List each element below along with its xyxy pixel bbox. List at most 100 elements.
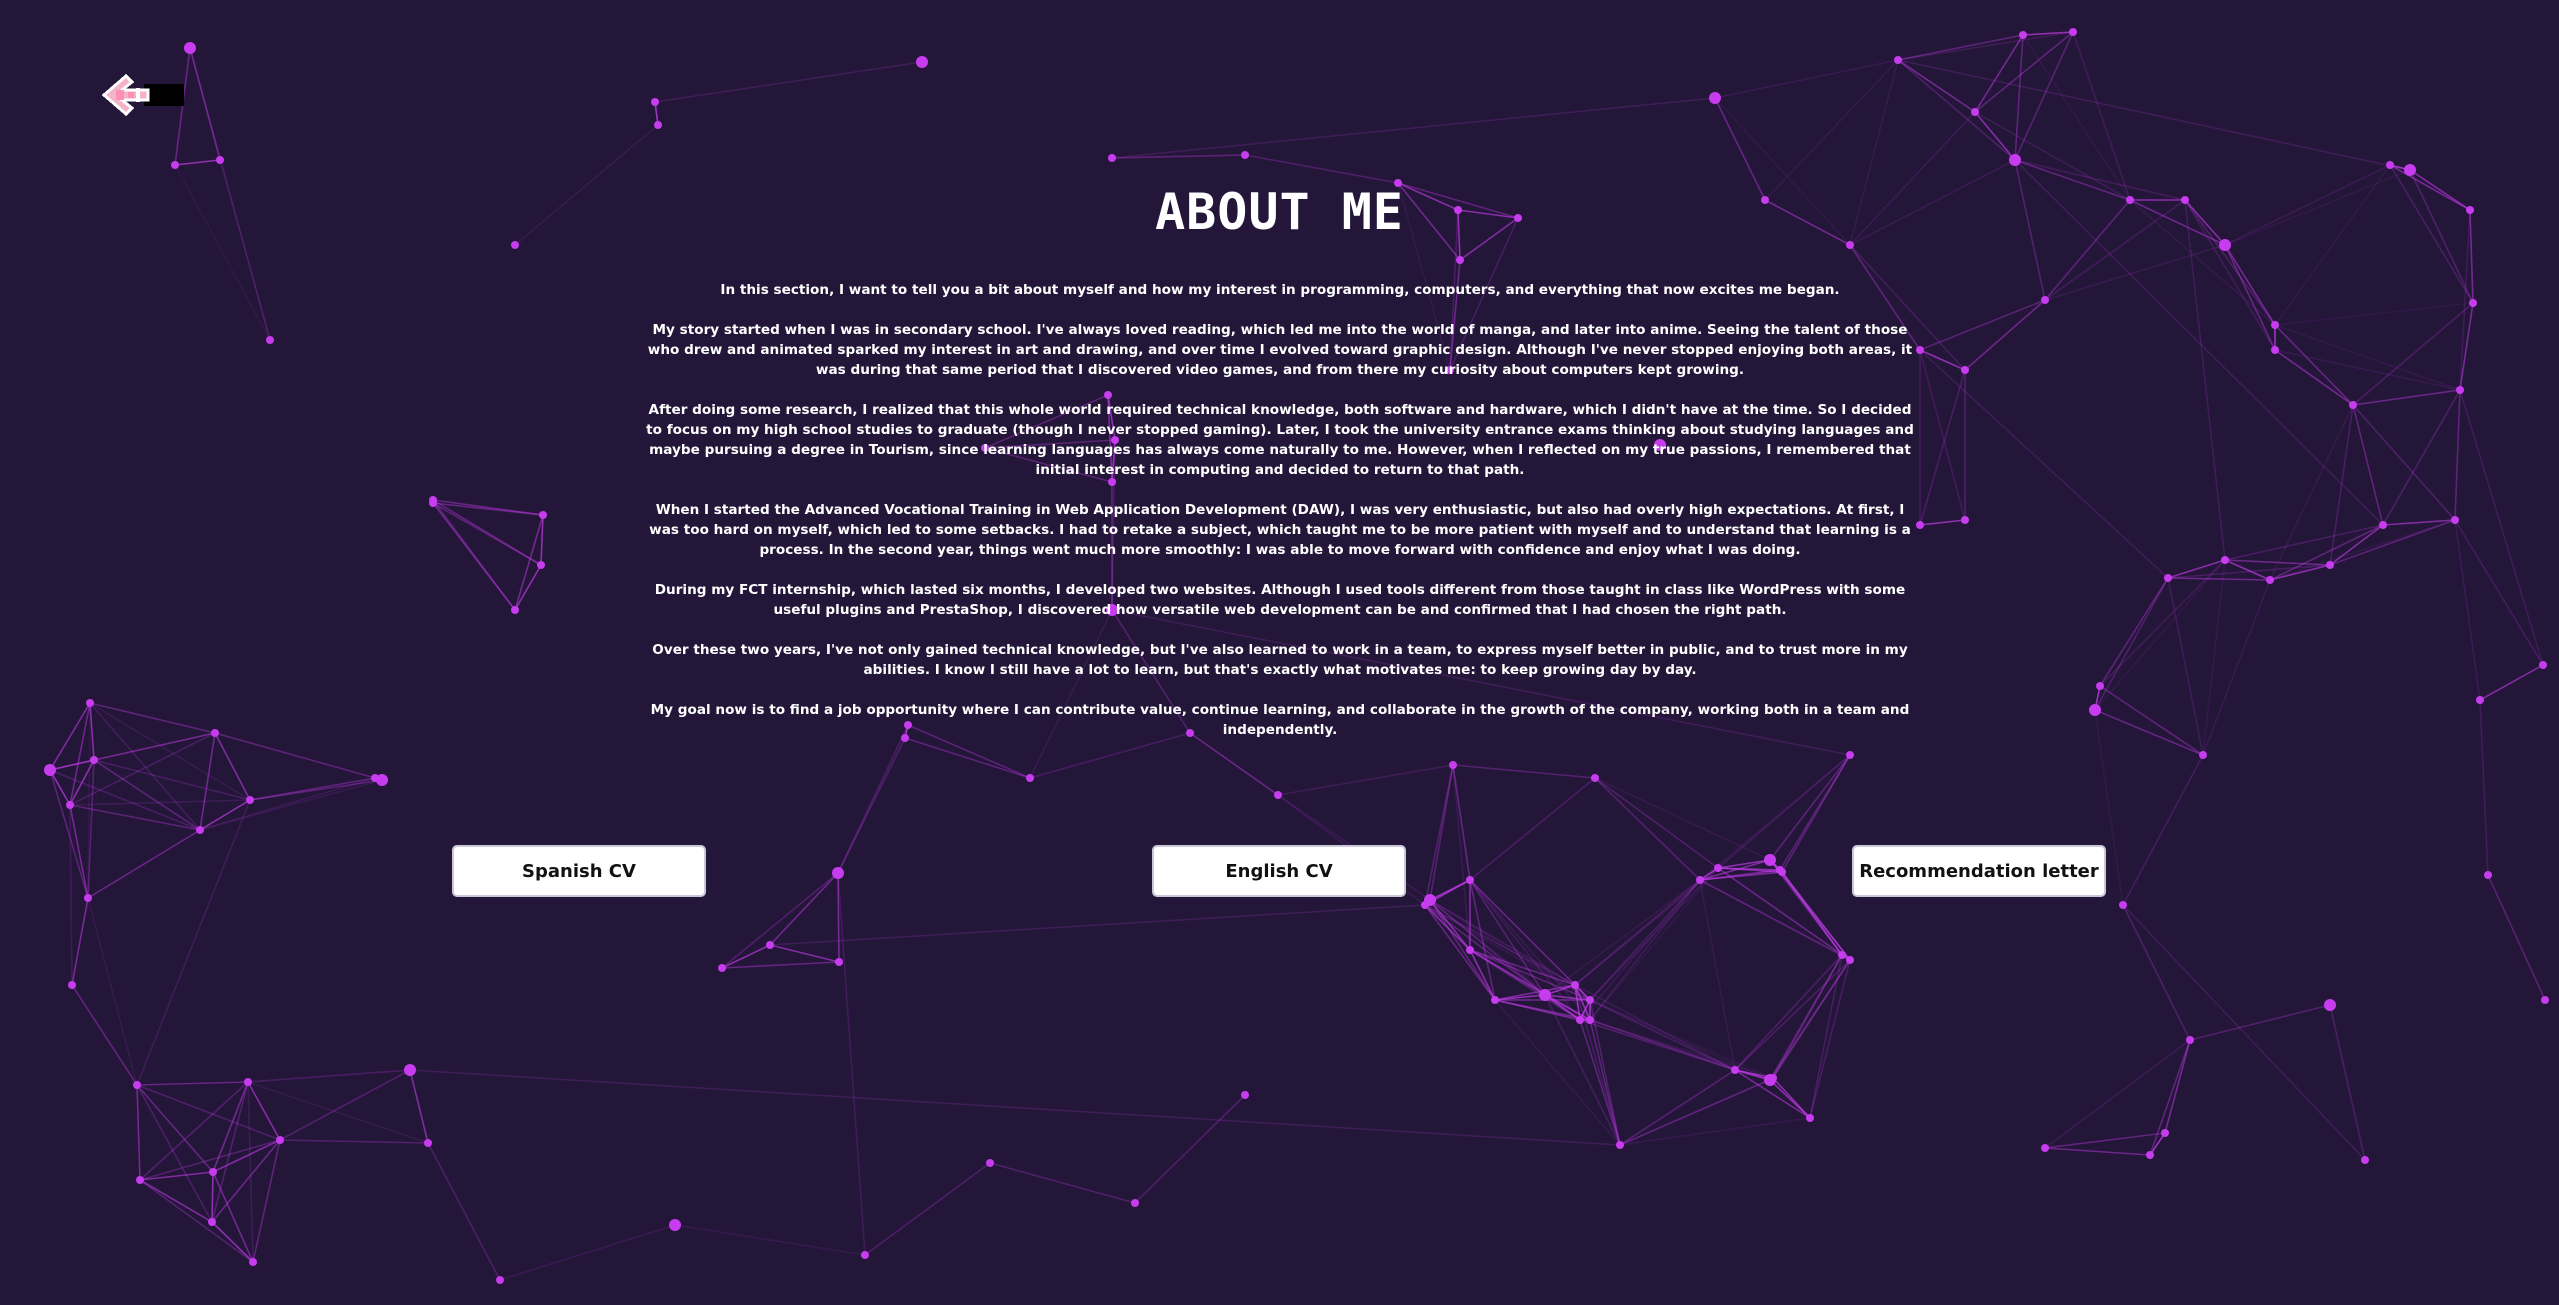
network-link-8 [1244, 154, 1399, 184]
network-node-89 [1131, 1199, 1139, 1207]
network-node-18 [1971, 108, 1979, 116]
network-node-70 [1764, 1074, 1776, 1086]
network-link-31 [1897, 31, 2074, 61]
network-node-68 [1838, 951, 1846, 959]
network-link-240 [1469, 777, 1596, 881]
network-link-faint-13 [409, 1069, 1621, 1146]
network-node-48 [2186, 1036, 2194, 1044]
network-link-23 [1764, 59, 1899, 201]
paragraph-research: After doing some research, I realized th… [646, 402, 1914, 478]
network-node-52 [2361, 1156, 2369, 1164]
network-node-55 [1586, 996, 1594, 1004]
network-link-238 [1452, 764, 1596, 779]
network-link-218 [1619, 1079, 1771, 1146]
network-link-236 [1734, 959, 1851, 1071]
network-link-214 [1469, 879, 1591, 1021]
network-node-32 [2349, 401, 2357, 409]
about-text: In this section, I want to tell you a bi… [645, 280, 1915, 760]
network-node-110 [208, 1218, 216, 1226]
network-node-114 [424, 1139, 432, 1147]
network-node-47 [2119, 901, 2127, 909]
network-link-216 [1619, 1117, 1811, 1146]
network-link-118 [2189, 1004, 2331, 1041]
network-node-127 [1491, 996, 1499, 1004]
recommendation-letter-button[interactable]: Recommendation letter [1852, 845, 2106, 897]
english-cv-button[interactable]: English CV [1152, 845, 1406, 897]
network-link-122 [2329, 1004, 2366, 1161]
network-node-120 [1916, 521, 1924, 529]
network-link-336 [247, 1081, 429, 1144]
network-node-57 [1714, 864, 1722, 872]
paragraph-intro: In this section, I want to tell you a bi… [720, 282, 1840, 298]
network-node-108 [133, 1081, 141, 1089]
network-link-301 [89, 702, 201, 831]
network-link-344 [427, 1142, 501, 1281]
network-link-49 [2044, 244, 2226, 301]
network-node-1 [216, 156, 224, 164]
network-node-71 [1846, 956, 1854, 964]
network-node-16 [1846, 241, 1854, 249]
network-node-44 [2539, 661, 2547, 669]
network-node-49 [2324, 999, 2336, 1011]
network-link-117 [2122, 904, 2191, 1041]
network-link-318 [87, 897, 138, 1086]
network-link-116 [2487, 874, 2546, 1001]
network-link-205 [1579, 879, 1701, 1021]
network-link-129 [1781, 754, 1851, 873]
network-node-126 [1424, 894, 1436, 906]
network-node-112 [404, 1064, 416, 1076]
network-node-85 [835, 958, 843, 966]
network-link-110 [2099, 685, 2204, 756]
network-node-125 [1466, 876, 1474, 884]
network-link-264 [721, 872, 839, 969]
network-link-272 [499, 1224, 676, 1281]
network-node-84 [832, 867, 844, 879]
network-node-99 [429, 499, 437, 507]
network-node-88 [986, 1159, 994, 1167]
network-node-45 [2476, 696, 2484, 704]
network-node-28 [2404, 164, 2416, 176]
network-link-287 [89, 702, 216, 734]
network-link-132 [1424, 904, 1591, 1001]
network-node-8 [1108, 154, 1116, 162]
network-link-324 [136, 1084, 141, 1181]
network-link-94 [2454, 519, 2481, 701]
network-link-0 [189, 47, 221, 161]
network-link-315 [69, 804, 73, 986]
network-link-341 [279, 1139, 429, 1144]
network-link-319 [71, 984, 138, 1086]
network-link-219 [1619, 1069, 1736, 1146]
network-link-83 [2352, 404, 2456, 521]
network-link-323 [136, 1084, 281, 1141]
network-link-314 [69, 804, 89, 899]
network-link-183 [1781, 871, 1851, 961]
network-link-faint-14 [769, 904, 1426, 946]
network-link-faint-1 [654, 61, 923, 103]
network-node-90 [861, 1251, 869, 1259]
network-link-faint-2 [1111, 97, 1716, 159]
network-link-120 [2164, 1039, 2191, 1134]
network-link-268 [989, 1162, 1136, 1204]
spanish-cv-button[interactable]: Spanish CV [452, 845, 706, 897]
network-link-faint-8 [136, 799, 251, 1086]
network-node-91 [669, 1219, 681, 1231]
network-link-faint-11 [1919, 349, 2169, 579]
network-link-126 [1769, 754, 1851, 861]
network-node-113 [276, 1136, 284, 1144]
network-node-67 [1806, 1114, 1814, 1122]
network-link-45 [1964, 299, 2046, 371]
back-button[interactable] [100, 72, 188, 118]
network-node-7 [916, 56, 928, 68]
network-node-6 [654, 121, 662, 129]
network-link-38 [2014, 34, 2024, 161]
network-link-329 [139, 1171, 214, 1181]
network-node-4 [651, 98, 659, 106]
network-link-41 [2072, 31, 2131, 201]
network-link-159 [1594, 777, 1719, 869]
network-node-33 [2379, 521, 2387, 529]
network-link-286 [199, 732, 216, 831]
network-node-43 [2199, 751, 2207, 759]
network-node-24 [1916, 346, 1924, 354]
network-link-95 [2224, 244, 2276, 351]
network-node-86 [766, 941, 774, 949]
